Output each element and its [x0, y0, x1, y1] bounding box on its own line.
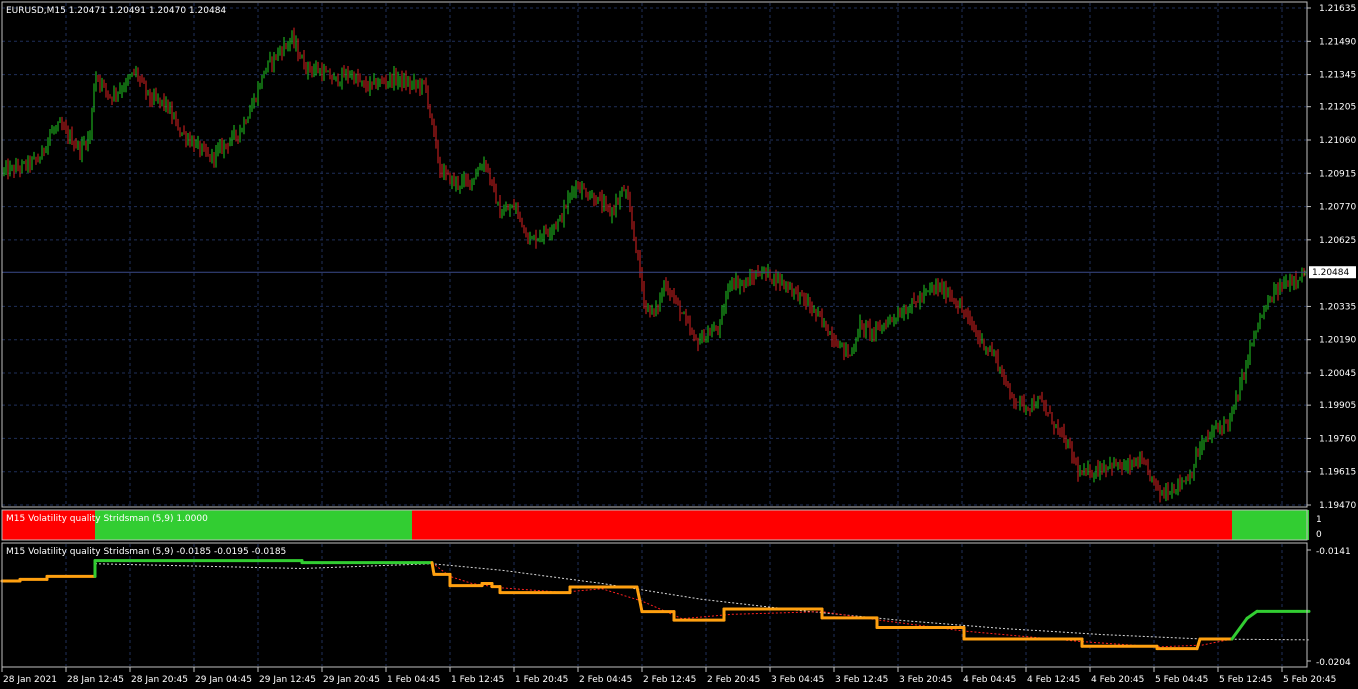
price-label: 1.20190: [1319, 336, 1356, 346]
time-label: 5 Feb 12:45: [1219, 675, 1272, 685]
time-label: 28 Jan 2021: [3, 675, 57, 685]
time-label: 29 Jan 04:45: [195, 675, 252, 685]
price-label: 1.19905: [1319, 401, 1356, 411]
time-label: 3 Feb 20:45: [899, 675, 952, 685]
price-label: 1.21345: [1319, 71, 1356, 81]
time-label: 5 Feb 04:45: [1155, 675, 1208, 685]
price-label: 1.19470: [1319, 501, 1356, 511]
time-label: 1 Feb 12:45: [451, 675, 504, 685]
price-label: 1.19615: [1319, 468, 1356, 478]
current-price-label: 1.20484: [1309, 266, 1356, 279]
chart-header: EURUSD,M15 1.20471 1.20491 1.20470 1.204…: [6, 6, 227, 16]
price-label: 1.20045: [1319, 369, 1356, 379]
vbar-scale-1: 1: [1316, 515, 1322, 525]
vbar-scale-0: 0: [1316, 530, 1322, 540]
indicator-scale-top: -0.0141: [1316, 547, 1351, 557]
time-label: 4 Feb 20:45: [1091, 675, 1144, 685]
time-label: 2 Feb 20:45: [707, 675, 760, 685]
time-label: 2 Feb 04:45: [579, 675, 632, 685]
time-label: 2 Feb 12:45: [643, 675, 696, 685]
time-label: 29 Jan 12:45: [259, 675, 316, 685]
time-label: 1 Feb 04:45: [387, 675, 440, 685]
state-segment-green: [1232, 510, 1309, 540]
indicator-segment: [430, 561, 436, 576]
time-label: 29 Jan 20:45: [323, 675, 380, 685]
time-label: 1 Feb 20:45: [515, 675, 568, 685]
volatility-bar-label: M15 Volatility quality Stridsman (5,9) 1…: [6, 514, 208, 524]
price-label: 1.20625: [1319, 236, 1356, 246]
state-segment-red: [412, 510, 1232, 540]
price-label: 1.20915: [1319, 169, 1356, 179]
price-label: 1.21205: [1319, 103, 1356, 113]
time-label: 5 Feb 20:45: [1283, 675, 1336, 685]
time-label: 4 Feb 12:45: [1027, 675, 1080, 685]
price-label: 1.20335: [1319, 302, 1356, 312]
current-price-text: 1.20484: [1312, 268, 1349, 278]
time-label: 4 Feb 04:45: [963, 675, 1016, 685]
time-label: 28 Jan 12:45: [67, 675, 124, 685]
price-label: 1.21060: [1319, 136, 1356, 146]
time-label: 3 Feb 04:45: [771, 675, 824, 685]
time-label: 3 Feb 12:45: [835, 675, 888, 685]
price-label: 1.21490: [1319, 37, 1356, 47]
price-label: 1.19760: [1319, 434, 1356, 444]
price-label: 1.20770: [1319, 203, 1356, 213]
indicator-scale-bottom: -0.0204: [1316, 658, 1351, 668]
price-label: 1.21635: [1319, 4, 1356, 14]
volatility-line-label: M15 Volatility quality Stridsman (5,9) -…: [6, 547, 287, 557]
chart-canvas: 1.21635 1.21490 1.21345 1.21205 1.21060 1.209…: [0, 0, 1358, 689]
time-label: 28 Jan 20:45: [131, 675, 188, 685]
